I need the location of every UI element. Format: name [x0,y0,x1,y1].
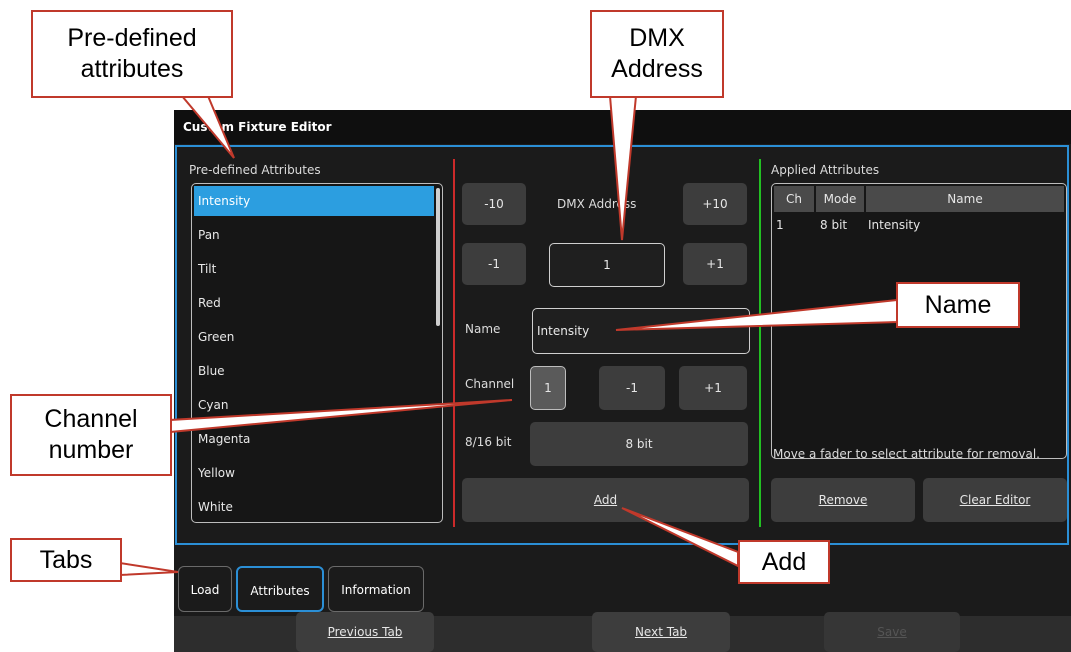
list-item-magenta[interactable]: Magenta [194,424,434,454]
editor-panel: Pre-defined Attributes Intensity Pan Til… [175,145,1069,545]
add-button[interactable]: Add [462,478,749,522]
callout-dmx: DMX Address [590,10,724,98]
callout-tabs: Tabs [10,538,122,582]
callout-channel: Channel number [10,394,172,476]
name-label: Name [465,322,501,336]
tab-load[interactable]: Load [178,566,232,612]
next-tab-label: Next Tab [634,625,688,639]
callout-add: Add [738,540,830,584]
list-item-green[interactable]: Green [194,322,434,352]
channel-minus1-button[interactable]: -1 [599,366,665,410]
tab-information[interactable]: Information [328,566,424,612]
previous-tab-label: Previous Tab [327,625,403,639]
column-ch: Ch [774,186,814,212]
bit-label: 8/16 bit [465,435,512,449]
remove-button-label: Remove [818,493,868,507]
list-item-red[interactable]: Red [194,288,434,318]
list-item-tilt[interactable]: Tilt [194,254,434,284]
name-input[interactable]: Intensity [532,308,750,354]
list-item-pan[interactable]: Pan [194,220,434,250]
dmx-minus1-button[interactable]: -1 [462,243,526,285]
clear-editor-button-label: Clear Editor [959,493,1031,507]
channel-label: Channel [465,377,515,391]
list-scrollbar[interactable] [436,188,440,326]
list-item-blue[interactable]: Blue [194,356,434,386]
list-item-cyan[interactable]: Cyan [194,390,434,420]
divider-green [759,159,761,527]
predefined-attributes-list[interactable]: Intensity Pan Tilt Red Green Blue Cyan M… [191,183,443,523]
window-title: Custom Fixture Editor [174,110,1071,144]
callout-predefined: Pre-defined attributes [31,10,233,98]
row-ch: 1 [776,218,784,232]
applied-heading: Applied Attributes [771,163,880,177]
dmx-address-label: DMX Address [557,197,637,211]
dmx-minus10-button[interactable]: -10 [462,183,526,225]
callout-name: Name [896,282,1020,328]
row-name: Intensity [868,218,921,232]
clear-editor-button[interactable]: Clear Editor [923,478,1067,522]
previous-tab-button[interactable]: Previous Tab [296,612,434,652]
removal-hint: Move a fader to select attribute for rem… [773,447,1040,461]
save-button[interactable]: Save [824,612,960,652]
list-item-white[interactable]: White [194,492,434,522]
channel-plus1-button[interactable]: +1 [679,366,747,410]
custom-fixture-editor-window: Custom Fixture Editor Pre-defined Attrib… [174,110,1071,652]
add-button-label: Add [593,493,618,507]
dmx-address-input[interactable]: 1 [549,243,665,287]
bit-mode-button[interactable]: 8 bit [530,422,748,466]
list-item-yellow[interactable]: Yellow [194,458,434,488]
remove-button[interactable]: Remove [771,478,915,522]
dmx-plus1-button[interactable]: +1 [683,243,747,285]
channel-value[interactable]: 1 [530,366,566,410]
column-mode: Mode [816,186,864,212]
divider-red [453,159,455,527]
arrow-tabs [119,561,179,577]
list-item-intensity[interactable]: Intensity [194,186,434,216]
column-name: Name [866,186,1064,212]
tab-attributes[interactable]: Attributes [236,566,324,612]
next-tab-button[interactable]: Next Tab [592,612,730,652]
dmx-plus10-button[interactable]: +10 [683,183,747,225]
save-label: Save [877,625,907,639]
row-mode: 8 bit [820,218,848,232]
predefined-heading: Pre-defined Attributes [189,163,321,177]
